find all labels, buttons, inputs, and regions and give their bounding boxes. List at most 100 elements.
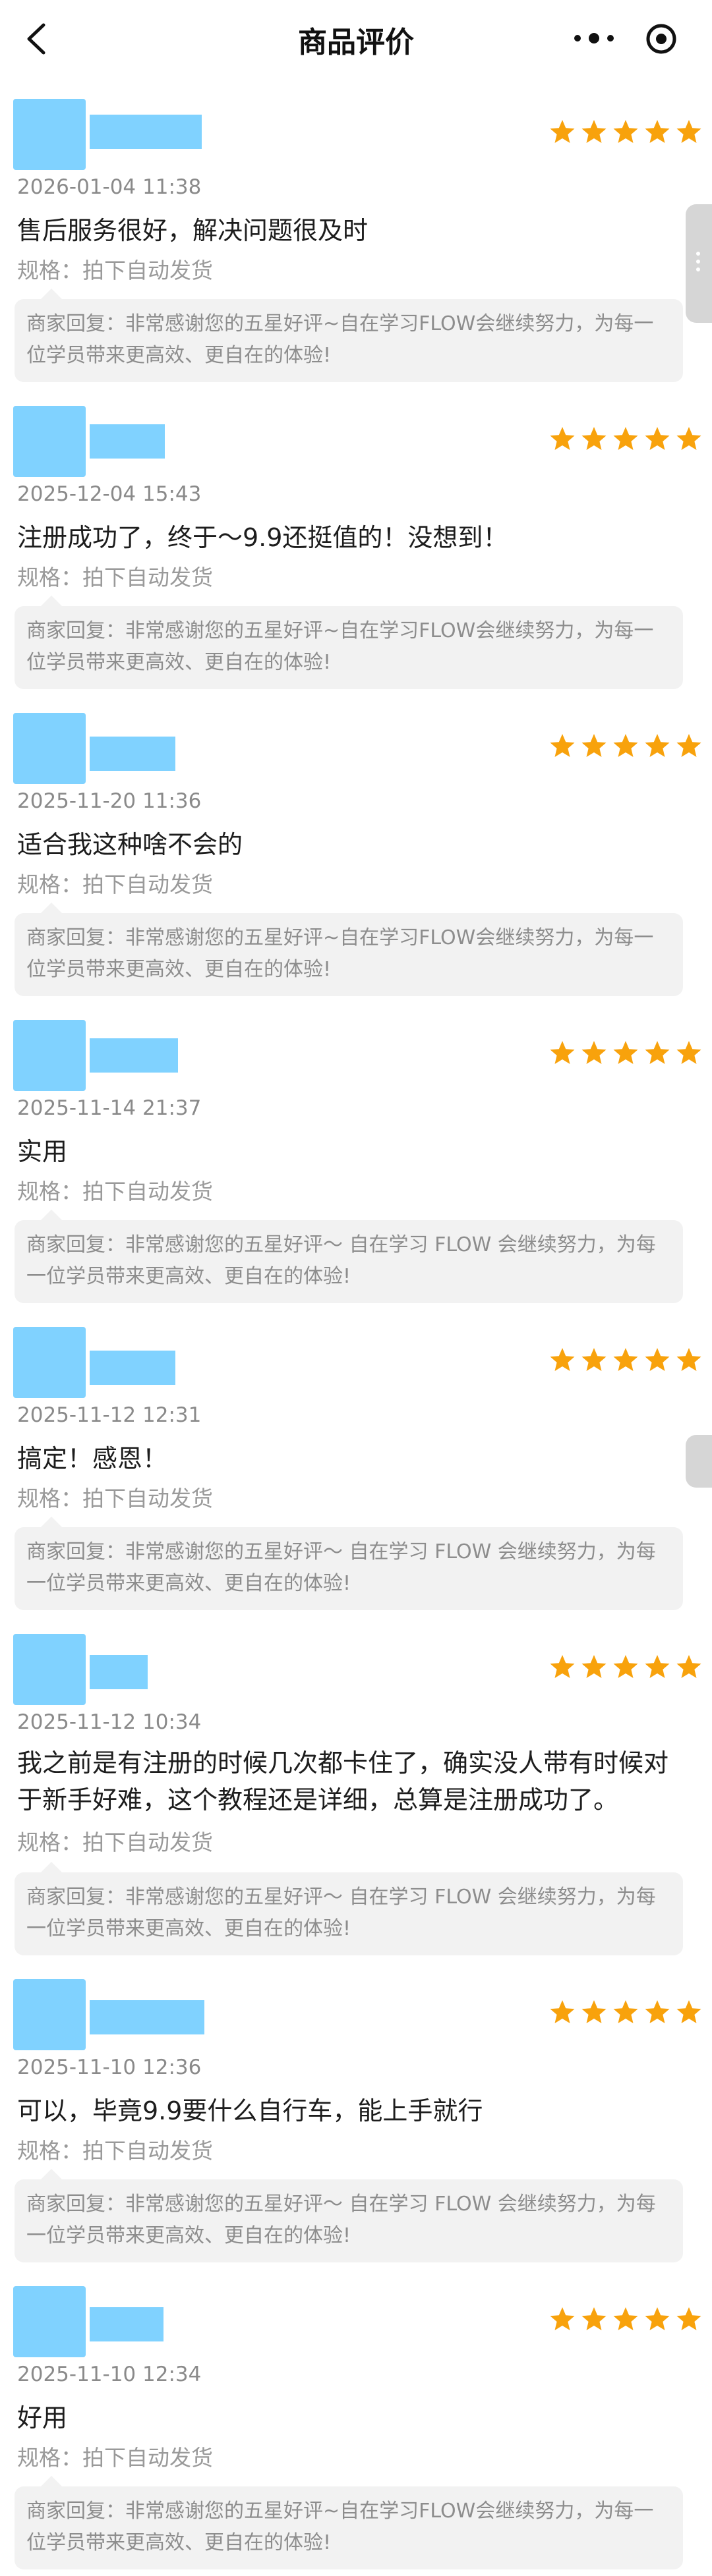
review-spec: 规格：拍下自动发货: [17, 258, 213, 283]
star-icon: [581, 2307, 607, 2330]
star-icon: [581, 427, 607, 450]
star-icon: [550, 2307, 575, 2330]
avatar[interactable]: [13, 1327, 86, 1398]
star-icon: [676, 120, 701, 143]
review-time: 2025-11-14 21:37: [17, 1096, 202, 1120]
side-float-tab[interactable]: [686, 204, 712, 323]
review-time: 2025-12-04 15:43: [17, 482, 202, 506]
star-icon: [613, 1655, 638, 1678]
review-spec: 规格：拍下自动发货: [17, 2138, 213, 2164]
star-icon: [613, 1041, 638, 1064]
star-rating: [549, 2306, 703, 2332]
star-icon: [613, 120, 638, 143]
star-icon: [613, 427, 638, 450]
star-icon: [550, 1655, 575, 1678]
avatar[interactable]: [13, 713, 86, 784]
review-time: 2025-11-12 10:34: [17, 1710, 202, 1734]
username-redacted: [90, 2307, 163, 2341]
review-spec: 规格：拍下自动发货: [17, 2445, 213, 2471]
merchant-reply: 商家回复：非常感谢您的五星好评～ 自在学习 FLOW 会继续努力，为每一位学员带…: [15, 1517, 683, 1610]
username-redacted: [90, 1351, 175, 1385]
star-icon: [676, 2000, 701, 2023]
avatar[interactable]: [13, 2286, 86, 2357]
avatar[interactable]: [13, 406, 86, 477]
merchant-reply: 商家回复：非常感谢您的五星好评～ 自在学习 FLOW 会继续努力，为每一位学员带…: [15, 2169, 683, 2262]
review-content: 我之前是有注册的时候几次都卡住了，确实没人带有时候对于新手好难，这个教程还是详细…: [17, 1749, 669, 1814]
review-spec: 规格：拍下自动发货: [17, 1486, 213, 1511]
star-icon: [645, 2000, 670, 2023]
review-content: 实用: [17, 1137, 68, 1166]
star-icon: [676, 2307, 701, 2330]
review-time: 2025-11-10 12:36: [17, 2056, 202, 2079]
review-time: 2025-11-20 11:36: [17, 789, 202, 813]
star-rating: [549, 1654, 703, 1680]
username-redacted: [90, 737, 175, 771]
review-spec: 规格：拍下自动发货: [17, 1830, 213, 1855]
star-rating: [549, 1040, 703, 1066]
review-spec: 规格：拍下自动发货: [17, 565, 213, 590]
star-icon: [645, 1348, 670, 1371]
star-icon: [645, 120, 670, 143]
star-icon: [581, 734, 607, 757]
star-icon: [613, 734, 638, 757]
review-content: 注册成功了，终于～9.9还挺值的！没想到！: [17, 523, 508, 552]
star-icon: [676, 427, 701, 450]
review-time: 2025-11-12 12:31: [17, 1403, 202, 1427]
username-redacted: [90, 1038, 178, 1073]
side-float-tab-2[interactable]: [686, 1435, 712, 1488]
avatar[interactable]: [13, 1979, 86, 2050]
record-icon[interactable]: [645, 22, 678, 55]
star-rating: [549, 1999, 703, 2025]
star-icon: [613, 1348, 638, 1371]
star-icon: [645, 2307, 670, 2330]
star-icon: [581, 1655, 607, 1678]
username-redacted: [90, 2000, 204, 2034]
review-content: 售后服务很好，解决问题很及时: [17, 216, 369, 245]
username-redacted: [90, 115, 202, 149]
username-redacted: [90, 1655, 148, 1689]
merchant-reply: 商家回复：非常感谢您的五星好评~自在学习FLOW会继续努力，为每一位学员带来更高…: [15, 289, 683, 382]
star-icon: [676, 1655, 701, 1678]
merchant-reply: 商家回复：非常感谢您的五星好评~自在学习FLOW会继续努力，为每一位学员带来更高…: [15, 2476, 683, 2569]
star-icon: [645, 427, 670, 450]
star-rating: [549, 426, 703, 452]
star-icon: [581, 120, 607, 143]
star-icon: [613, 2307, 638, 2330]
star-rating: [549, 733, 703, 759]
star-icon: [550, 427, 575, 450]
star-icon: [676, 1041, 701, 1064]
star-icon: [676, 734, 701, 757]
star-icon: [550, 1041, 575, 1064]
review-content: 可以，毕竟9.9要什么自行车，能上手就行: [17, 2096, 483, 2125]
merchant-reply: 商家回复：非常感谢您的五星好评~自在学习FLOW会继续努力，为每一位学员带来更高…: [15, 903, 683, 996]
star-icon: [645, 1655, 670, 1678]
star-icon: [550, 2000, 575, 2023]
merchant-reply: 商家回复：非常感谢您的五星好评~自在学习FLOW会继续努力，为每一位学员带来更高…: [15, 596, 683, 689]
merchant-reply: 商家回复：非常感谢您的五星好评～ 自在学习 FLOW 会继续努力，为每一位学员带…: [15, 1862, 683, 1955]
star-icon: [550, 734, 575, 757]
review-time: 2025-11-10 12:34: [17, 2363, 202, 2386]
star-icon: [645, 1041, 670, 1064]
star-icon: [613, 2000, 638, 2023]
review-content: 好用: [17, 2403, 68, 2432]
star-icon: [581, 2000, 607, 2023]
star-icon: [645, 734, 670, 757]
merchant-reply: 商家回复：非常感谢您的五星好评～ 自在学习 FLOW 会继续努力，为每一位学员带…: [15, 1210, 683, 1303]
star-icon: [676, 1348, 701, 1371]
avatar[interactable]: [13, 1020, 86, 1091]
star-icon: [581, 1348, 607, 1371]
username-redacted: [90, 424, 165, 459]
star-icon: [550, 120, 575, 143]
review-spec: 规格：拍下自动发货: [17, 1179, 213, 1204]
review-spec: 规格：拍下自动发货: [17, 872, 213, 897]
star-rating: [549, 1347, 703, 1373]
avatar[interactable]: [13, 99, 86, 170]
nav-bar: 商品评价: [0, 0, 712, 78]
drag-dots-icon: [696, 252, 700, 275]
more-dots-icon[interactable]: [571, 25, 617, 51]
review-time: 2026-01-04 11:38: [17, 175, 202, 199]
star-icon: [581, 1041, 607, 1064]
star-icon: [550, 1348, 575, 1371]
review-content: 适合我这种啥不会的: [17, 830, 243, 859]
avatar[interactable]: [13, 1634, 86, 1705]
